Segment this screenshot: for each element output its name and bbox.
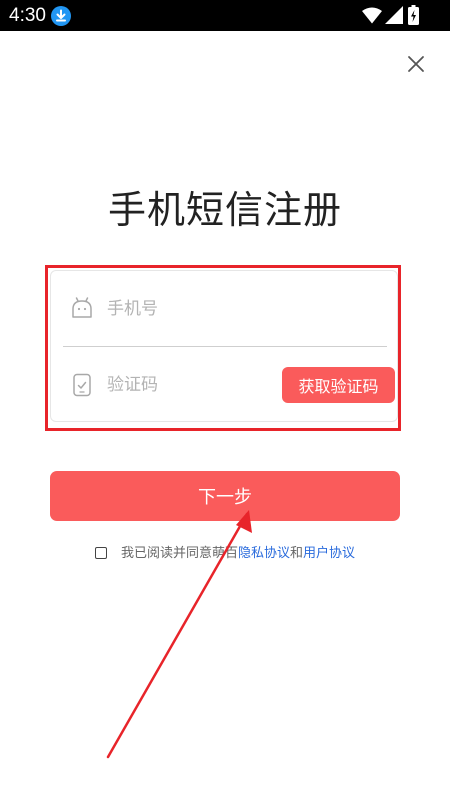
agreement-row: 我已阅读并同意萌百隐私协议和用户协议 [94,543,394,565]
agreement-conjunction: 和 [290,546,304,561]
agree-checkbox[interactable] [95,547,107,559]
page-title: 手机短信注册 [107,188,342,232]
download-icon [51,6,71,26]
battery-icon [408,5,419,25]
signal-icon [385,6,403,24]
privacy-policy-link[interactable]: 隐私协议 [238,546,290,561]
highlight-frame [45,265,401,431]
close-icon[interactable] [402,50,430,78]
wifi-icon [362,7,382,24]
next-button[interactable]: 下一步 [50,471,400,521]
agreement-prefix: 我已阅读并同意萌百 [121,546,239,561]
agreement-text: 我已阅读并同意萌百隐私协议和用户协议 [121,544,355,564]
terms-link[interactable]: 用户协议 [303,546,355,561]
status-time: 4:30 [9,5,46,26]
status-bar: 4:30 [0,0,450,31]
